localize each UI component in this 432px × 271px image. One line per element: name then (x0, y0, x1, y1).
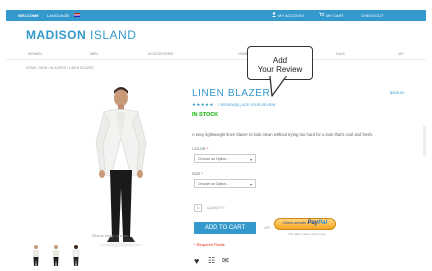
or-separator: OR (264, 225, 270, 230)
nav-item-sale[interactable]: SALE (336, 52, 345, 56)
nav-item-vip[interactable]: VIP (398, 52, 404, 56)
color-label: COLOR * (192, 147, 208, 151)
paypal-check-text: Check out with (282, 221, 306, 225)
product-description: A sexy lightweight linen blazer to look … (192, 132, 373, 137)
thumbnail-strip (28, 244, 108, 268)
email-icon[interactable]: ✉ (222, 256, 229, 265)
compare-icon[interactable]: ☷ (208, 256, 215, 265)
paypal-tagline: The safer, easier way to pay (288, 232, 326, 236)
browser-page: WELCOME LANGUAGE MY ACCOUNT MY CART CHEC… (6, 6, 426, 268)
required-fields-note: * Required Fields (194, 242, 225, 247)
product-image[interactable] (24, 70, 194, 258)
add-review-callout: Add Your Review (247, 46, 313, 80)
callout-pointer (269, 76, 287, 97)
callout-line-1: Add (272, 56, 288, 65)
thumbnail-2[interactable] (48, 244, 64, 268)
cart-icon[interactable] (319, 12, 324, 17)
nav-item-men[interactable]: MEN (90, 52, 98, 56)
chevron-down-icon: ▾ (249, 157, 252, 162)
callout-line-2: Your Review (257, 65, 303, 74)
chevron-down-icon: ▾ (249, 182, 252, 187)
product-price: $455.00 (390, 90, 405, 95)
nav-item-women[interactable]: WOMEN (28, 52, 42, 56)
required-mark: * (206, 147, 209, 151)
rating-stars: ★★★★★ (192, 102, 214, 107)
cart-link[interactable]: MY CART (326, 13, 344, 18)
size-label-text: SIZE (192, 172, 201, 176)
checkout-link[interactable]: CHECKOUT (361, 13, 383, 18)
welcome-label: WELCOME (18, 13, 39, 18)
main-nav: WOMEN MEN ACCESSORIES HOME & DECOR SALE … (6, 48, 426, 60)
required-mark: * (201, 172, 203, 176)
quantity-input[interactable]: 1 (194, 204, 202, 212)
account-link[interactable]: MY ACCOUNT (278, 13, 305, 18)
paypal-brand-pay: Pay (307, 220, 319, 226)
zoom-hint: Click on image to zoom (92, 234, 129, 238)
top-bar: WELCOME LANGUAGE MY ACCOUNT MY CART CHEC… (6, 10, 426, 21)
language-selector[interactable]: LANGUAGE (47, 13, 69, 18)
heart-icon[interactable]: ♥ (194, 256, 199, 266)
stock-status: IN STOCK (192, 112, 219, 118)
paypal-button[interactable]: Check out with PayPal (274, 218, 336, 230)
product-name: LINEN BLAZER (192, 88, 271, 99)
color-select[interactable]: Choose an Option... ▾ (194, 154, 256, 163)
size-label: SIZE * (192, 172, 203, 176)
logo-light: ISLAND (90, 28, 137, 42)
thumbnail-1[interactable] (28, 244, 44, 268)
nav-item-accessories[interactable]: ACCESSORIES (148, 52, 173, 56)
review-links[interactable]: 1 REVIEW(S) | ADD YOUR REVIEW (218, 103, 275, 107)
quantity-label: QUANTITY (207, 206, 225, 210)
paypal-logo: Check out with PayPal (275, 220, 335, 226)
flag-icon[interactable] (74, 13, 80, 17)
logo-bold: MADISON (26, 28, 87, 42)
thumbnail-3[interactable] (68, 244, 84, 268)
size-select-value: Choose an Option... (198, 182, 230, 186)
paypal-brand-pal: Pal (318, 220, 328, 226)
callout-text: Add Your Review (248, 56, 312, 74)
site-logo[interactable]: MADISON ISLAND (26, 28, 136, 42)
user-icon[interactable] (272, 12, 276, 17)
size-select[interactable]: Choose an Option... ▾ (194, 179, 256, 188)
side-scroll-tab[interactable] (423, 126, 426, 156)
color-select-value: Choose an Option... (198, 157, 230, 161)
color-label-text: COLOR (192, 147, 206, 151)
add-to-cart-button[interactable]: ADD TO CART (194, 222, 256, 234)
